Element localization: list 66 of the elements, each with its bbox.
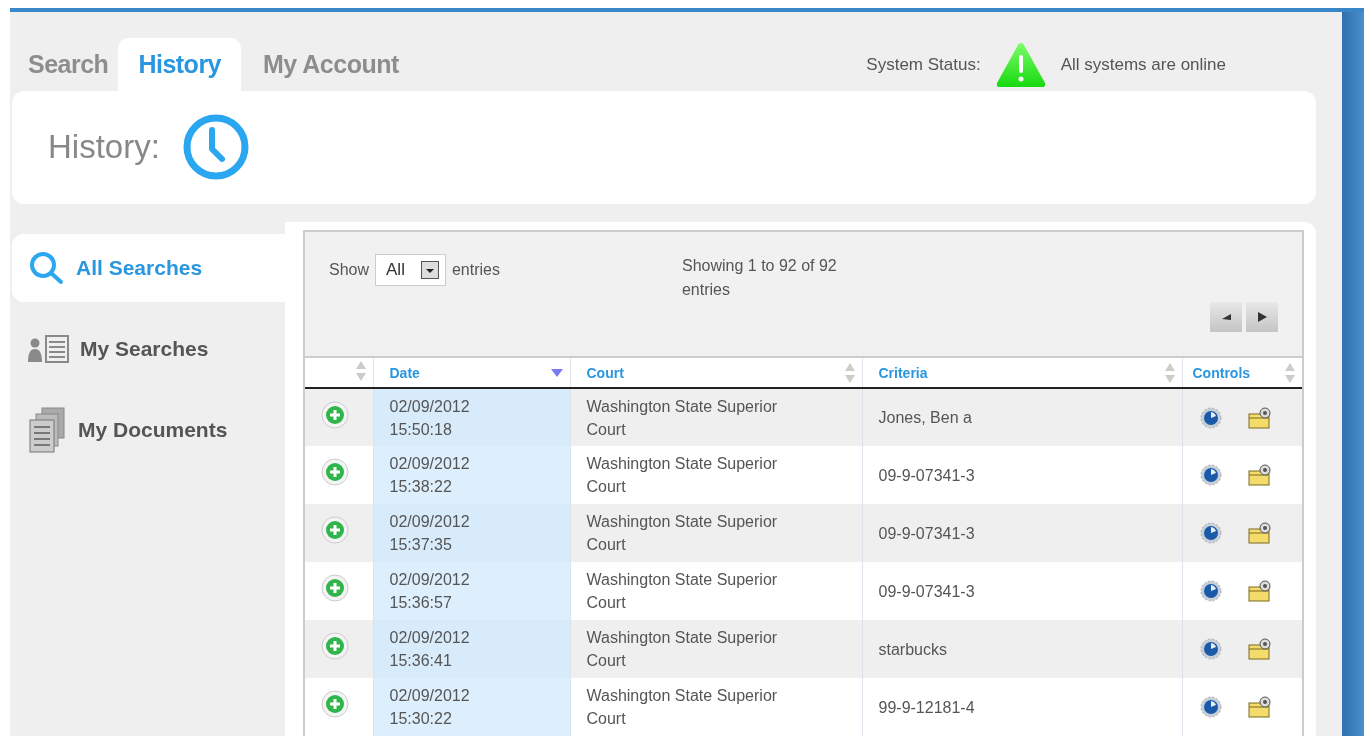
- sidebar-label: My Documents: [78, 418, 228, 442]
- next-page-button[interactable]: [1246, 302, 1278, 332]
- sidebar-item[interactable]: My Searches: [12, 315, 285, 383]
- clock-icon: [181, 113, 250, 182]
- page-title: History:: [48, 128, 160, 167]
- table-cell-text: Washington State Superior Court: [586, 686, 779, 729]
- gear-icon[interactable]: [1198, 579, 1223, 603]
- table-cell-text: Washington State Superior Court: [586, 512, 779, 555]
- table-cell-text: 02/09/2012 15:38:22: [389, 454, 471, 497]
- gear-icon[interactable]: [1198, 405, 1223, 430]
- table-cell-text: 02/09/2012 15:37:35: [389, 512, 471, 555]
- entries-label: entries: [451, 261, 500, 279]
- table-cell: 09-9-07341-3: [878, 466, 975, 484]
- page-size-select[interactable]: All: [375, 254, 446, 286]
- table-cell-text: Washington State Superior Court: [586, 396, 779, 440]
- nav-tab[interactable]: My Account: [241, 37, 409, 91]
- nav-tab[interactable]: History: [118, 37, 242, 91]
- table-cell-text: Washington State Superior Court: [586, 454, 779, 497]
- gear-icon[interactable]: [1198, 521, 1223, 545]
- column-header[interactable]: Date: [389, 364, 420, 381]
- table-cell: starbucks: [878, 640, 947, 658]
- table-cell-text: 02/09/2012 15:50:18: [389, 396, 471, 440]
- folder-settings-icon[interactable]: [1246, 579, 1273, 603]
- column-header[interactable]: Criteria: [878, 364, 928, 381]
- search-icon: [28, 251, 66, 285]
- table-cell: 99-9-12181-4: [878, 698, 975, 716]
- status-message: All systems are online: [1060, 54, 1226, 75]
- expand-icon[interactable]: [321, 458, 349, 486]
- expand-icon[interactable]: [321, 516, 349, 544]
- status-label: System Status:: [866, 54, 981, 75]
- expand-icon[interactable]: [321, 400, 349, 429]
- dropdown-icon: [420, 261, 439, 279]
- previous-icon: [1220, 311, 1232, 323]
- table-info: Showing 1 to 92 of 92 entries: [681, 256, 838, 300]
- table-cell-text: 02/09/2012 15:30:22: [389, 686, 471, 729]
- table-cell-text: 02/09/2012 15:36:57: [389, 570, 471, 613]
- contact-list-icon: [28, 334, 70, 364]
- sidebar-label: All Searches: [76, 256, 203, 280]
- warning-icon: [994, 40, 1047, 89]
- table-cell-text: Washington State Superior Court: [586, 628, 779, 671]
- expand-icon[interactable]: [321, 632, 349, 660]
- documents-icon: [28, 406, 68, 454]
- folder-settings-icon[interactable]: [1246, 521, 1273, 545]
- gear-icon[interactable]: [1198, 695, 1223, 719]
- folder-settings-icon[interactable]: [1246, 405, 1273, 430]
- table-cell: 09-9-07341-3: [878, 524, 975, 542]
- table-cell-text: 02/09/2012 15:36:41: [389, 628, 471, 671]
- sidebar-label: My Searches: [80, 337, 209, 361]
- sort-descending-icon[interactable]: [549, 367, 564, 378]
- sidebar-item[interactable]: All Searches: [12, 234, 285, 302]
- gear-icon[interactable]: [1198, 637, 1223, 661]
- show-label: Show: [329, 261, 370, 279]
- next-icon: [1256, 311, 1268, 323]
- table-cell: Jones, Ben a: [878, 409, 972, 426]
- table-cell: 09-9-07341-3: [878, 582, 975, 600]
- column-header[interactable]: Court: [586, 364, 624, 381]
- folder-settings-icon[interactable]: [1246, 463, 1273, 487]
- table-cell-text: Washington State Superior Court: [586, 570, 779, 613]
- folder-settings-icon[interactable]: [1246, 637, 1273, 661]
- gear-icon[interactable]: [1198, 463, 1223, 487]
- nav-tab[interactable]: Search: [18, 37, 119, 91]
- folder-settings-icon[interactable]: [1246, 695, 1273, 719]
- expand-icon[interactable]: [321, 690, 349, 718]
- expand-icon[interactable]: [321, 574, 349, 602]
- previous-page-button[interactable]: [1210, 302, 1242, 332]
- sidebar-item[interactable]: My Documents: [12, 396, 285, 464]
